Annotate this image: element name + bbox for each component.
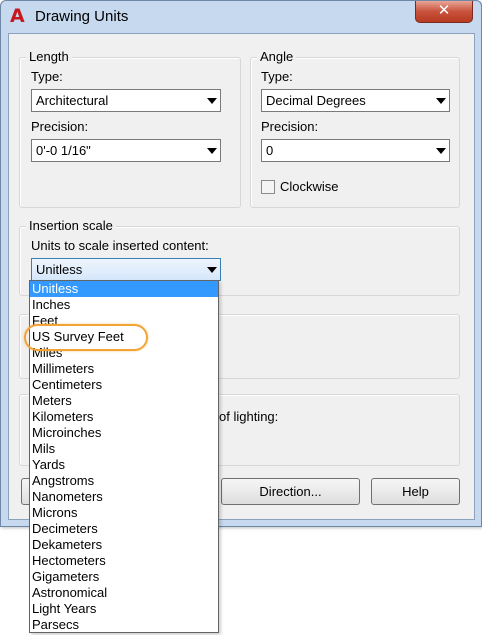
length-precision-select[interactable]: 0'-0 1/16" — [31, 139, 221, 162]
length-type-select[interactable]: Architectural — [31, 89, 221, 112]
length-type-label: Type: — [31, 69, 63, 84]
autocad-icon: A — [10, 5, 25, 27]
dropdown-option-nanometers[interactable]: Nanometers — [30, 489, 218, 505]
length-precision-value: 0'-0 1/16" — [36, 143, 91, 158]
chevron-down-icon — [436, 98, 446, 104]
dropdown-option-us-survey-feet[interactable]: US Survey Feet — [30, 329, 218, 345]
close-button[interactable]: ✕ — [415, 1, 473, 23]
clockwise-checkbox[interactable] — [261, 180, 275, 194]
help-button[interactable]: Help — [371, 478, 460, 505]
close-icon: ✕ — [437, 2, 451, 19]
insertion-scale-group-title: Insertion scale — [26, 218, 116, 233]
direction-button[interactable]: Direction... — [221, 478, 360, 505]
length-type-value: Architectural — [36, 93, 109, 108]
dropdown-option-feet[interactable]: Feet — [30, 313, 218, 329]
dropdown-option-miles[interactable]: Miles — [30, 345, 218, 361]
dropdown-option-gigameters[interactable]: Gigameters — [30, 569, 218, 585]
dropdown-option-mils[interactable]: Mils — [30, 441, 218, 457]
insertion-units-value: Unitless — [36, 262, 83, 277]
insertion-units-label: Units to scale inserted content: — [31, 238, 209, 253]
angle-type-label: Type: — [261, 69, 293, 84]
angle-precision-select[interactable]: 0 — [261, 139, 450, 162]
angle-group-title: Angle — [257, 49, 297, 64]
dropdown-option-parsecs[interactable]: Parsecs — [30, 617, 218, 633]
dropdown-option-decimeters[interactable]: Decimeters — [30, 521, 218, 537]
angle-precision-label: Precision: — [261, 119, 319, 134]
chevron-down-icon — [207, 267, 217, 273]
dropdown-option-angstroms[interactable]: Angstroms — [30, 473, 218, 489]
dropdown-option-millimeters[interactable]: Millimeters — [30, 361, 218, 377]
length-group-title: Length — [26, 49, 72, 64]
angle-precision-value: 0 — [266, 143, 274, 158]
dropdown-option-kilometers[interactable]: Kilometers — [30, 409, 218, 425]
chevron-down-icon — [436, 148, 446, 154]
insertion-units-select[interactable]: Unitless — [31, 258, 221, 281]
window-title: Drawing Units — [35, 8, 129, 25]
lighting-units-label: of lighting: — [219, 409, 279, 424]
dropdown-option-hectometers[interactable]: Hectometers — [30, 553, 218, 569]
dropdown-option-yards[interactable]: Yards — [30, 457, 218, 473]
dropdown-option-astronomical[interactable]: Astronomical — [30, 585, 218, 601]
chevron-down-icon — [207, 148, 217, 154]
dropdown-option-centimeters[interactable]: Centimeters — [30, 377, 218, 393]
title-bar[interactable]: A Drawing Units ✕ — [1, 1, 481, 31]
dropdown-option-unitless[interactable]: Unitless — [30, 281, 218, 297]
dropdown-option-light-years[interactable]: Light Years — [30, 601, 218, 617]
dropdown-option-dekameters[interactable]: Dekameters — [30, 537, 218, 553]
clockwise-label[interactable]: Clockwise — [280, 179, 339, 194]
angle-type-value: Decimal Degrees — [266, 93, 366, 108]
length-precision-label: Precision: — [31, 119, 89, 134]
dropdown-option-inches[interactable]: Inches — [30, 297, 218, 313]
dropdown-option-microinches[interactable]: Microinches — [30, 425, 218, 441]
dropdown-option-meters[interactable]: Meters — [30, 393, 218, 409]
chevron-down-icon — [207, 98, 217, 104]
dropdown-option-microns[interactable]: Microns — [30, 505, 218, 521]
angle-type-select[interactable]: Decimal Degrees — [261, 89, 450, 112]
insertion-units-dropdown-list[interactable]: Unitless Inches Feet US Survey Feet Miles Mil… — [29, 280, 219, 633]
